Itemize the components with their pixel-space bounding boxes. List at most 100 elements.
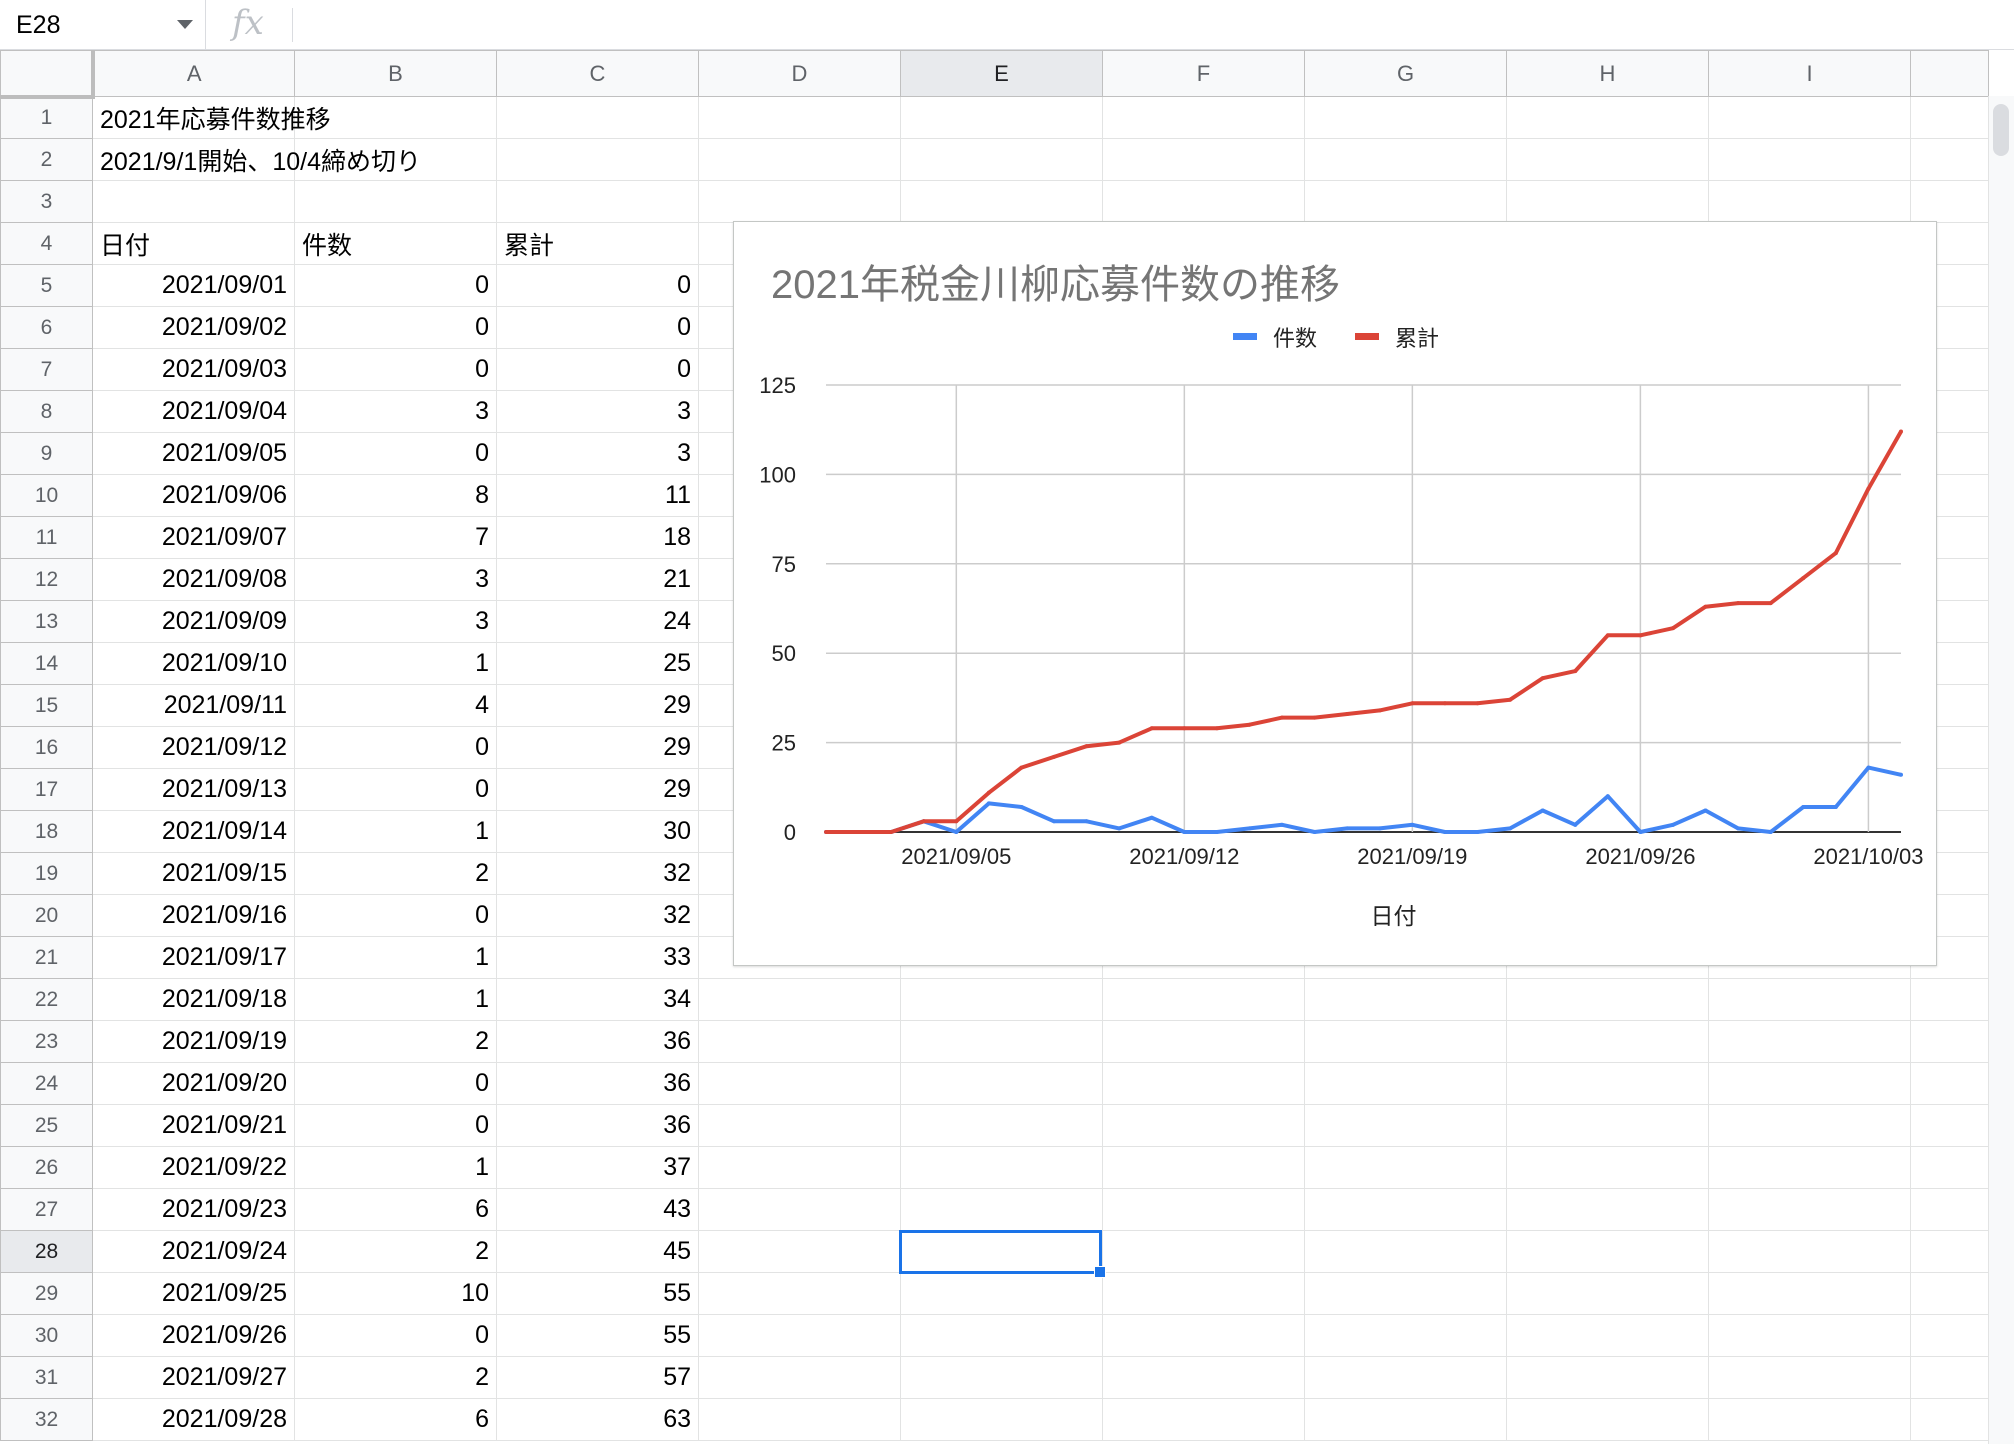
cell-empty[interactable] <box>1102 180 1305 223</box>
cell-empty[interactable] <box>1708 1104 1911 1147</box>
cell-b28[interactable]: 2 <box>294 1230 497 1273</box>
cell-empty[interactable] <box>1708 1188 1911 1231</box>
cell-b4[interactable]: 件数 <box>294 222 497 265</box>
dropdown-arrow-icon[interactable] <box>177 20 193 29</box>
cell-a22[interactable]: 2021/09/18 <box>92 978 295 1021</box>
cell-a3[interactable] <box>92 180 295 223</box>
cell-empty[interactable] <box>1506 1062 1709 1105</box>
column-header-extra[interactable] <box>1910 50 1989 97</box>
cell-empty[interactable] <box>1506 138 1709 181</box>
column-header-f[interactable]: F <box>1102 50 1305 97</box>
cell-empty[interactable] <box>900 1314 1103 1357</box>
cell-b26[interactable]: 1 <box>294 1146 497 1189</box>
cell-empty[interactable] <box>1910 1020 1989 1063</box>
cell-a6[interactable]: 2021/09/02 <box>92 306 295 349</box>
cell-b22[interactable]: 1 <box>294 978 497 1021</box>
cell-empty[interactable] <box>900 978 1103 1021</box>
cell-b27[interactable]: 6 <box>294 1188 497 1231</box>
cell-c9[interactable]: 3 <box>496 432 699 475</box>
row-header[interactable]: 9 <box>0 432 93 475</box>
cell-empty[interactable] <box>1304 1146 1507 1189</box>
cell-empty[interactable] <box>1708 1230 1911 1273</box>
fill-handle[interactable] <box>1094 1266 1106 1278</box>
cell-empty[interactable] <box>1304 96 1507 139</box>
row-header[interactable]: 23 <box>0 1020 93 1063</box>
cell-a1[interactable]: 2021年応募件数推移 <box>92 96 331 139</box>
cell-b30[interactable]: 0 <box>294 1314 497 1357</box>
cell-empty[interactable] <box>1304 1398 1507 1441</box>
cell-c20[interactable]: 32 <box>496 894 699 937</box>
cell-empty[interactable] <box>1708 1062 1911 1105</box>
cell-empty[interactable] <box>698 1062 901 1105</box>
cell-a8[interactable]: 2021/09/04 <box>92 390 295 433</box>
cell-empty[interactable] <box>698 1104 901 1147</box>
row-header[interactable]: 28 <box>0 1230 93 1273</box>
row-header[interactable]: 1 <box>0 96 93 139</box>
column-header-b[interactable]: B <box>294 50 497 97</box>
cell-c26[interactable]: 37 <box>496 1146 699 1189</box>
cell-a17[interactable]: 2021/09/13 <box>92 768 295 811</box>
column-header-e[interactable]: E <box>900 50 1103 97</box>
row-header[interactable]: 25 <box>0 1104 93 1147</box>
row-header[interactable]: 19 <box>0 852 93 895</box>
cell-c30[interactable]: 55 <box>496 1314 699 1357</box>
cell-empty[interactable] <box>900 138 1103 181</box>
cell-empty[interactable] <box>1304 978 1507 1021</box>
cell-c28[interactable]: 45 <box>496 1230 699 1273</box>
cell-empty[interactable] <box>1708 1314 1911 1357</box>
cell-empty[interactable] <box>1708 96 1911 139</box>
cell-b16[interactable]: 0 <box>294 726 497 769</box>
cell-c24[interactable]: 36 <box>496 1062 699 1105</box>
row-header[interactable]: 18 <box>0 810 93 853</box>
row-header[interactable]: 26 <box>0 1146 93 1189</box>
cell-a11[interactable]: 2021/09/07 <box>92 516 295 559</box>
cell-c25[interactable]: 36 <box>496 1104 699 1147</box>
cell-empty[interactable] <box>1304 1020 1507 1063</box>
cell-c22[interactable]: 34 <box>496 978 699 1021</box>
cell-a15[interactable]: 2021/09/11 <box>92 684 295 727</box>
cell-a2[interactable]: 2021/9/1開始、10/4締め切り <box>92 138 421 181</box>
cell-empty[interactable] <box>1708 1356 1911 1399</box>
cell-b3[interactable] <box>294 180 497 223</box>
cell-empty[interactable] <box>1102 1272 1305 1315</box>
cell-empty[interactable] <box>1102 1188 1305 1231</box>
cell-c1[interactable] <box>496 96 699 139</box>
row-header[interactable]: 22 <box>0 978 93 1021</box>
cell-c14[interactable]: 25 <box>496 642 699 685</box>
cell-c29[interactable]: 55 <box>496 1272 699 1315</box>
cell-empty[interactable] <box>698 96 901 139</box>
cell-empty[interactable] <box>1708 180 1911 223</box>
cell-a16[interactable]: 2021/09/12 <box>92 726 295 769</box>
cell-c10[interactable]: 11 <box>496 474 699 517</box>
row-header[interactable]: 29 <box>0 1272 93 1315</box>
cell-b20[interactable]: 0 <box>294 894 497 937</box>
cell-c18[interactable]: 30 <box>496 810 699 853</box>
cell-empty[interactable] <box>698 1020 901 1063</box>
row-header[interactable]: 30 <box>0 1314 93 1357</box>
cell-empty[interactable] <box>1506 1188 1709 1231</box>
column-header-i[interactable]: I <box>1708 50 1911 97</box>
cell-a24[interactable]: 2021/09/20 <box>92 1062 295 1105</box>
cell-c11[interactable]: 18 <box>496 516 699 559</box>
cell-empty[interactable] <box>698 978 901 1021</box>
cell-b32[interactable]: 6 <box>294 1398 497 1441</box>
cell-a26[interactable]: 2021/09/22 <box>92 1146 295 1189</box>
row-header[interactable]: 27 <box>0 1188 93 1231</box>
cell-b31[interactable]: 2 <box>294 1356 497 1399</box>
cell-empty[interactable] <box>1102 1062 1305 1105</box>
row-header[interactable]: 3 <box>0 180 93 223</box>
row-header[interactable]: 17 <box>0 768 93 811</box>
row-header[interactable]: 5 <box>0 264 93 307</box>
cell-empty[interactable] <box>1506 180 1709 223</box>
row-header[interactable]: 21 <box>0 936 93 979</box>
cell-empty[interactable] <box>698 1398 901 1441</box>
cell-b5[interactable]: 0 <box>294 264 497 307</box>
cell-empty[interactable] <box>900 1188 1103 1231</box>
cell-a18[interactable]: 2021/09/14 <box>92 810 295 853</box>
cell-c27[interactable]: 43 <box>496 1188 699 1231</box>
cell-empty[interactable] <box>1102 1314 1305 1357</box>
cell-empty[interactable] <box>698 1314 901 1357</box>
cell-c21[interactable]: 33 <box>496 936 699 979</box>
cell-c2[interactable] <box>496 138 699 181</box>
cell-a30[interactable]: 2021/09/26 <box>92 1314 295 1357</box>
